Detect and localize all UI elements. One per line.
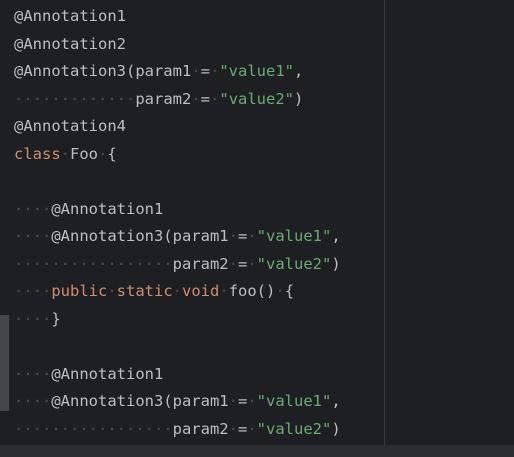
whitespace-marker: · <box>219 282 229 300</box>
whitespace-marker: · <box>247 392 257 410</box>
whitespace-marker: · <box>247 254 257 273</box>
code-token: = <box>237 227 248 245</box>
code-line[interactable]: @Annotation3(param1·=·"value1", <box>14 58 341 86</box>
code-token: = <box>237 254 248 273</box>
code-line[interactable]: ····} <box>14 306 341 334</box>
annotation-token: @Annotation4 <box>14 117 126 135</box>
code-token: ) <box>331 419 341 438</box>
annotation-token: @Annotation1 <box>51 364 164 383</box>
code-token: } <box>51 309 61 328</box>
code-line[interactable] <box>14 333 341 361</box>
annotation-token: @Annotation2 <box>14 34 126 53</box>
code-token: = <box>237 419 248 438</box>
whitespace-marker: · <box>228 392 238 410</box>
whitespace-marker: ···· <box>14 309 52 328</box>
code-line[interactable]: @Annotation4 <box>14 113 341 141</box>
whitespace-marker: · <box>191 89 201 108</box>
whitespace-marker: · <box>228 419 238 438</box>
annotation-token: @Annotation1 <box>14 7 126 25</box>
code-area[interactable]: @Annotation1 @Annotation2 @Annotation3(par… <box>14 3 341 443</box>
code-token: Foo <box>70 144 99 163</box>
string-token: "value1" <box>256 392 332 410</box>
whitespace-marker: · <box>228 254 238 273</box>
code-token: , <box>294 62 304 80</box>
whitespace-marker: · <box>247 227 257 245</box>
annotation-token: @Annotation3(param1 <box>14 62 192 80</box>
annotation-token: @Annotation3(param1 <box>51 392 229 410</box>
string-token: "value1" <box>219 62 294 80</box>
keyword-token: public <box>51 282 108 300</box>
whitespace-marker: · <box>210 89 220 108</box>
whitespace-marker: · <box>275 282 285 300</box>
whitespace-marker: ················· <box>14 254 173 273</box>
code-line[interactable]: class·Foo·{ <box>14 141 341 169</box>
code-token: { <box>284 282 295 300</box>
whitespace-marker: ···· <box>14 282 52 300</box>
code-token: = <box>237 392 248 410</box>
code-token: param2 <box>135 89 192 108</box>
whitespace-marker: · <box>210 62 220 80</box>
code-line[interactable]: ····@Annotation3(param1·=·"value1", <box>14 388 341 416</box>
annotation-token: @Annotation1 <box>51 199 164 218</box>
whitespace-marker: · <box>98 144 108 163</box>
whitespace-marker: ···· <box>14 392 52 410</box>
code-line[interactable]: ····@Annotation3(param1·=·"value1", <box>14 223 341 251</box>
whitespace-marker: · <box>172 282 183 300</box>
whitespace-marker: · <box>60 144 71 163</box>
code-line[interactable] <box>14 168 341 196</box>
right-margin-guide <box>384 0 385 445</box>
horizontal-scrollbar[interactable] <box>0 445 514 457</box>
whitespace-marker: · <box>228 227 238 245</box>
keyword-token: static <box>116 282 173 300</box>
string-token: "value2" <box>219 89 295 108</box>
code-token: , <box>331 227 341 245</box>
code-token: , <box>331 392 341 410</box>
string-token: "value2" <box>256 254 332 273</box>
code-token: param2 <box>172 254 229 273</box>
code-line[interactable]: ····@Annotation1 <box>14 361 341 389</box>
whitespace-marker: · <box>191 62 201 80</box>
code-line[interactable]: ····@Annotation1 <box>14 196 341 224</box>
code-token: ) <box>331 254 341 273</box>
code-token: foo() <box>228 282 276 300</box>
code-token: = <box>200 89 211 108</box>
code-token: = <box>200 62 210 80</box>
code-line[interactable]: @Annotation2 <box>14 31 341 59</box>
whitespace-marker: ················· <box>14 419 173 438</box>
editor-gutter <box>0 0 9 445</box>
whitespace-marker: · <box>247 419 257 438</box>
gutter-change-marker <box>0 315 9 411</box>
code-line[interactable]: @Annotation1 <box>14 3 341 31</box>
keyword-token: void <box>182 282 220 300</box>
code-line[interactable]: ·················param2·=·"value2") <box>14 251 341 279</box>
whitespace-marker: · <box>107 282 117 300</box>
annotation-token: @Annotation3(param1 <box>51 227 229 245</box>
code-line[interactable]: ·············param2·=·"value2") <box>14 86 341 114</box>
whitespace-marker: ············· <box>14 89 136 108</box>
string-token: "value1" <box>256 227 332 245</box>
code-line[interactable]: ····public·static·void·foo()·{ <box>14 278 341 306</box>
whitespace-marker: ···· <box>14 364 52 383</box>
whitespace-marker: ···· <box>14 199 52 218</box>
code-token: { <box>107 144 117 163</box>
code-line[interactable]: ·················param2·=·"value2") <box>14 416 341 444</box>
keyword-token: class <box>14 144 61 163</box>
code-token: ) <box>294 89 304 108</box>
whitespace-marker: ···· <box>14 227 52 245</box>
code-token: param2 <box>172 419 229 438</box>
string-token: "value2" <box>256 419 332 438</box>
code-editor[interactable]: @Annotation1 @Annotation2 @Annotation3(par… <box>0 0 514 457</box>
